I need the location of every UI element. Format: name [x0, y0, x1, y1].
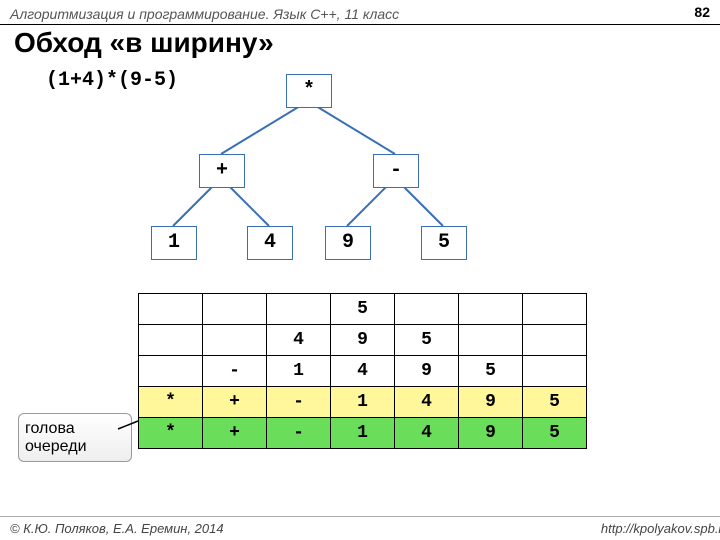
queue-table-wrap: 5 4 9 5 - 1 4 9 5 * + - 1 4 9 5 * + - 1 …: [138, 293, 587, 449]
tree-node-plus: +: [199, 154, 245, 188]
cell: 1: [331, 387, 395, 418]
tree-leaf-4: 4: [247, 226, 293, 260]
footer-copyright: © К.Ю. Поляков, Е.А. Еремин, 2014: [10, 521, 224, 536]
cell: +: [203, 418, 267, 449]
cell: 9: [331, 325, 395, 356]
cell: 5: [523, 418, 587, 449]
cell: 9: [395, 356, 459, 387]
cell: 9: [459, 418, 523, 449]
cell: 4: [267, 325, 331, 356]
cell: -: [267, 418, 331, 449]
cell: 1: [267, 356, 331, 387]
footer: © К.Ю. Поляков, Е.А. Еремин, 2014 http:/…: [0, 516, 720, 536]
expression-tree: * + - 1 4 9 5: [0, 68, 720, 268]
tree-leaf-9: 9: [325, 226, 371, 260]
cell: *: [139, 387, 203, 418]
callout-queue-head: голова очереди: [18, 413, 132, 462]
cell: 4: [331, 356, 395, 387]
footer-link: http://kpolyakov.spb.ru: [601, 521, 720, 536]
cell: +: [203, 387, 267, 418]
cell: 9: [459, 387, 523, 418]
cell: 5: [523, 387, 587, 418]
queue-row-0: 5: [139, 294, 587, 325]
tree-node-root: *: [286, 74, 332, 108]
cell: -: [203, 356, 267, 387]
page-number: 82: [694, 4, 710, 20]
queue-row-3: * + - 1 4 9 5: [139, 387, 587, 418]
queue-row-4: * + - 1 4 9 5: [139, 418, 587, 449]
tree-leaf-1: 1: [151, 226, 197, 260]
cell: 1: [331, 418, 395, 449]
cell: 4: [395, 387, 459, 418]
tree-node-minus: -: [373, 154, 419, 188]
cell: *: [139, 418, 203, 449]
callout-arrow-icon: [116, 419, 146, 447]
tree-leaf-5: 5: [421, 226, 467, 260]
cell: -: [267, 387, 331, 418]
queue-table: 5 4 9 5 - 1 4 9 5 * + - 1 4 9 5 * + - 1 …: [138, 293, 587, 449]
queue-row-1: 4 9 5: [139, 325, 587, 356]
cell: 5: [395, 325, 459, 356]
cell: 5: [459, 356, 523, 387]
queue-row-2: - 1 4 9 5: [139, 356, 587, 387]
cell: 5: [331, 294, 395, 325]
page-title: Обход «в ширину»: [0, 25, 720, 63]
course-header: Алгоритмизация и программирование. Язык …: [0, 0, 720, 22]
cell: 4: [395, 418, 459, 449]
